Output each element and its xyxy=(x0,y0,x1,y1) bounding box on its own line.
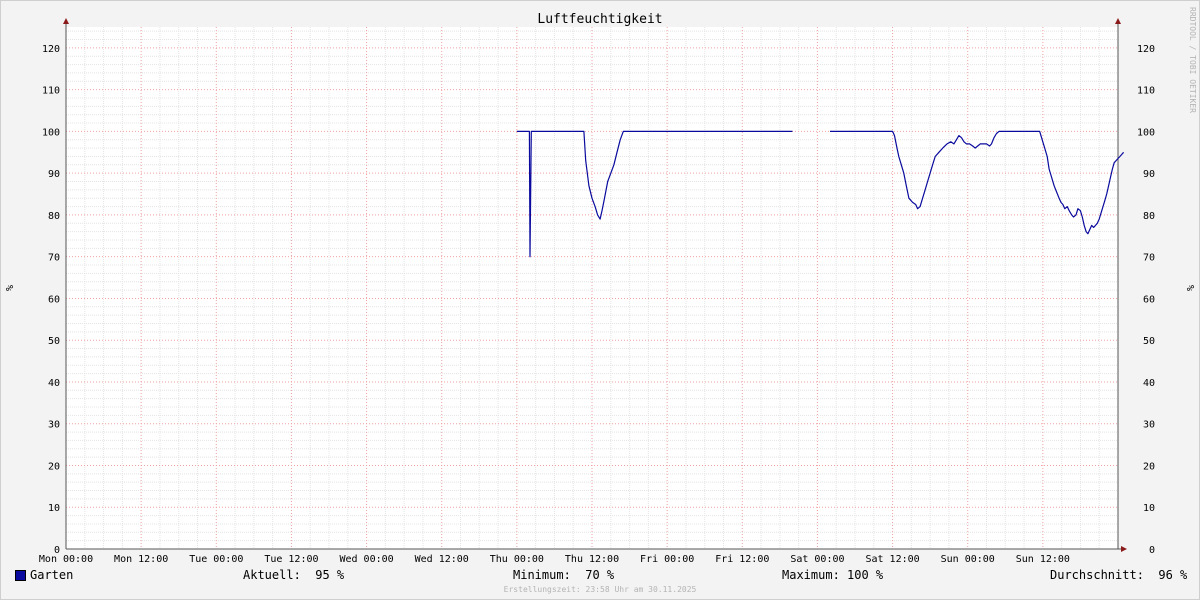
y-axis-arrow-left xyxy=(63,18,69,24)
y-tick-label-left: 90 xyxy=(48,169,60,180)
x-tick-label: Fri 00:00 xyxy=(640,554,694,565)
legend-average: Durchschnitt: 96 % xyxy=(1050,568,1188,582)
y-tick-label-right: 70 xyxy=(1143,253,1155,264)
watermark: RRDTOOL / TOBI OETIKER xyxy=(1188,7,1197,113)
y-tick-label-left: 40 xyxy=(48,378,60,389)
legend-swatch-garten xyxy=(15,570,26,581)
x-tick-label: Mon 12:00 xyxy=(114,554,168,565)
y-tick-label-left: 110 xyxy=(42,86,60,97)
x-tick-label: Thu 12:00 xyxy=(565,554,619,565)
legend-series-name: Garten xyxy=(30,568,74,582)
chart-title: Luftfeuchtigkeit xyxy=(537,12,662,27)
y-tick-label-right: 20 xyxy=(1143,461,1155,472)
y-axis-arrow-right xyxy=(1115,18,1121,24)
x-tick-label: Wed 00:00 xyxy=(339,554,393,565)
x-tick-labels: Mon 00:00 Mon 12:00 Tue 00:00 Tue 12:00 Wed … xyxy=(39,554,1070,565)
x-axis-arrow xyxy=(1121,546,1127,552)
y-tick-label-left: 60 xyxy=(48,294,60,305)
y-tick-label-left: 20 xyxy=(48,461,60,472)
legend-minimum: Minimum: 70 % xyxy=(513,568,615,582)
y-axis-label-left: % xyxy=(5,285,16,291)
y-tick-label-right: 40 xyxy=(1143,378,1155,389)
y-tick-label-right: 80 xyxy=(1143,211,1155,222)
y-tick-labels-right: 0 10 20 30 40 50 60 70 80 90 100 110 120 xyxy=(1137,44,1155,556)
y-tick-label-left: 100 xyxy=(42,127,60,138)
y-tick-label-right: 60 xyxy=(1143,294,1155,305)
creation-time-footer: Erstellungszeit: 23:58 Uhr am 30.11.2025 xyxy=(503,585,697,594)
y-tick-label-right: 50 xyxy=(1143,336,1155,347)
y-tick-label-left: 80 xyxy=(48,211,60,222)
x-tick-label: Fri 12:00 xyxy=(715,554,769,565)
humidity-chart: 0 10 20 30 40 50 60 70 80 90 100 110 120 0 10 20 30 40 50… xyxy=(5,7,1197,565)
y-tick-label-right: 30 xyxy=(1143,420,1155,431)
y-tick-label-left: 10 xyxy=(48,503,60,514)
x-tick-label: Sun 12:00 xyxy=(1016,554,1070,565)
y-tick-label-right: 10 xyxy=(1143,503,1155,514)
y-tick-labels-left: 0102030405060708090100110120 xyxy=(42,44,60,556)
x-tick-label: Sat 12:00 xyxy=(865,554,919,565)
y-tick-label-left: 50 xyxy=(48,336,60,347)
y-tick-label-right: 110 xyxy=(1137,86,1155,97)
y-tick-label-right: 100 xyxy=(1137,127,1155,138)
legend-maximum: Maximum: 100 % xyxy=(782,568,884,582)
x-tick-label: Mon 00:00 xyxy=(39,554,93,565)
legend-current: Aktuell: 95 % xyxy=(243,568,345,582)
y-tick-label-right: 120 xyxy=(1137,44,1155,55)
x-tick-label: Tue 00:00 xyxy=(189,554,243,565)
x-tick-label: Wed 12:00 xyxy=(415,554,469,565)
x-tick-label: Sun 00:00 xyxy=(941,554,995,565)
x-tick-label: Thu 00:00 xyxy=(490,554,544,565)
y-tick-label-right: 0 xyxy=(1149,545,1155,556)
y-tick-label-left: 120 xyxy=(42,44,60,55)
y-tick-label-right: 90 xyxy=(1143,169,1155,180)
x-tick-label: Sat 00:00 xyxy=(790,554,844,565)
y-tick-label-left: 30 xyxy=(48,420,60,431)
y-axis-label-right: % xyxy=(1184,285,1195,291)
x-tick-label: Tue 12:00 xyxy=(264,554,318,565)
y-tick-label-left: 70 xyxy=(48,253,60,264)
